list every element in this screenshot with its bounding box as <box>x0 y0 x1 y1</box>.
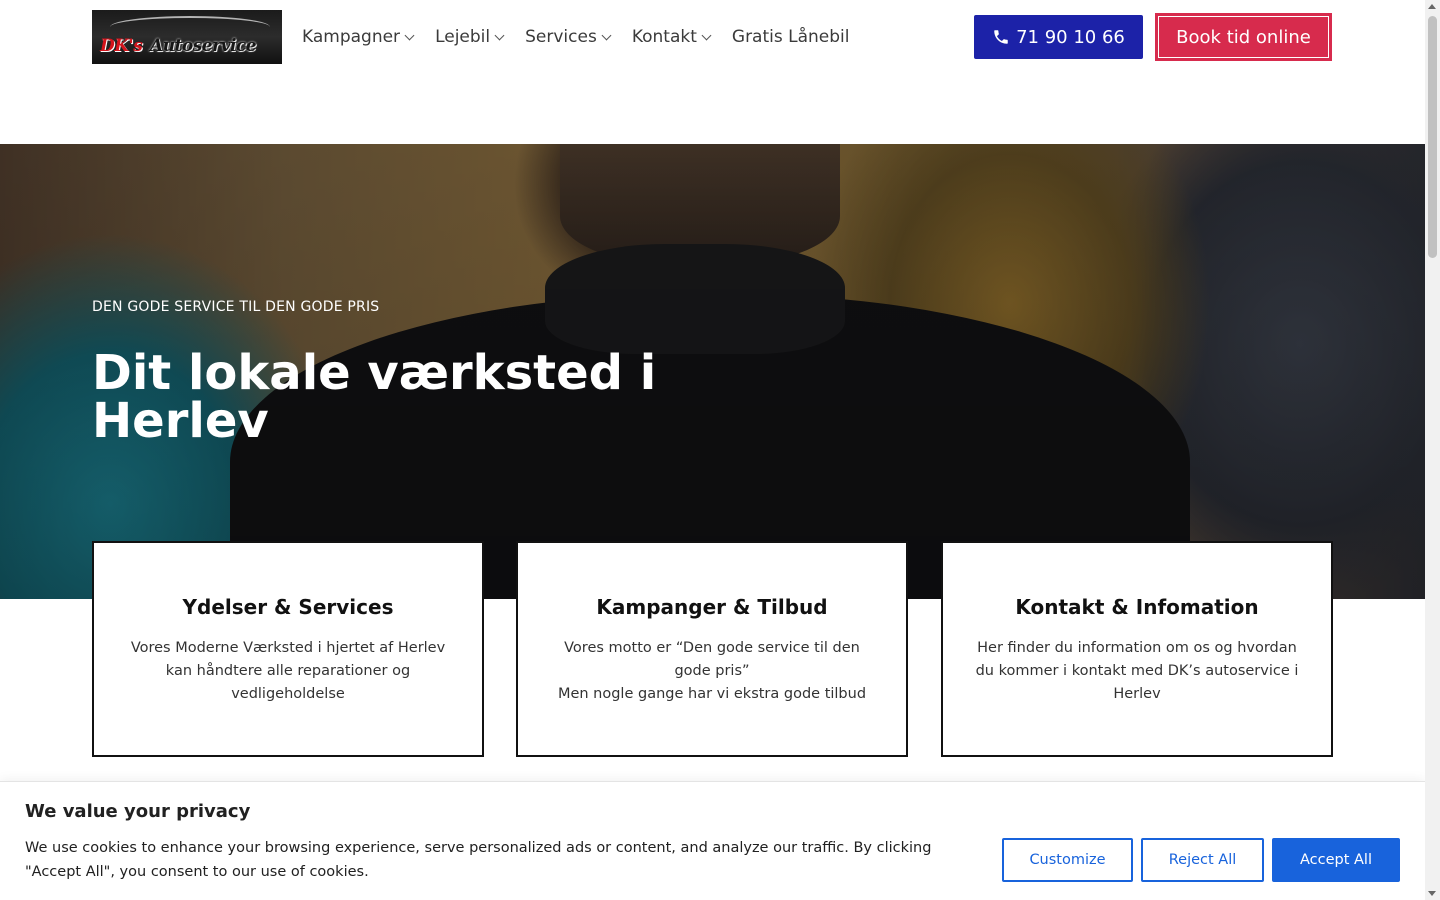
main-nav: Kampagner Lejebil Services Kontakt Grati… <box>302 22 871 52</box>
chevron-down-icon <box>601 30 612 40</box>
nav-item-label: Kontakt <box>631 27 697 47</box>
logo-autoservice-text: Autoservice <box>150 36 257 56</box>
hero-title: Dit lokale værksted i Herlev <box>92 345 657 449</box>
card-text: Her finder du information om os og hvord… <box>975 640 1299 702</box>
nav-item-label: Kampagner <box>302 27 401 47</box>
card-title: Kontakt & Infomation <box>1015 595 1259 619</box>
nav-item-gratis-lanebil[interactable]: Gratis Lånebil <box>732 27 850 47</box>
scroll-up-arrow-icon[interactable] <box>1428 4 1436 9</box>
site-header: DK's Autoservice Kampagner Lejebil Servi… <box>0 0 1425 144</box>
chevron-down-icon <box>494 30 505 40</box>
car-silhouette-icon <box>110 16 270 38</box>
nav-item-label: Lejebil <box>435 27 491 47</box>
page-scrollbar[interactable] <box>1425 0 1440 900</box>
nav-item-label: Gratis Lånebil <box>731 27 850 47</box>
chevron-down-icon <box>404 30 415 40</box>
scrollbar-thumb[interactable] <box>1428 16 1437 258</box>
accept-all-button[interactable]: Accept All <box>1272 838 1400 882</box>
nav-item-kontakt[interactable]: Kontakt <box>631 27 712 47</box>
card-services[interactable]: Ydelser & Services Vores Moderne Værkste… <box>92 541 484 757</box>
hero-eyebrow: DEN GODE SERVICE TIL DEN GODE PRIS <box>92 299 380 315</box>
card-title: Kampanger & Tilbud <box>596 595 828 619</box>
phone-button[interactable]: 71 90 10 66 <box>974 15 1143 59</box>
site-logo[interactable]: DK's Autoservice <box>92 10 282 64</box>
chevron-down-icon <box>701 30 712 40</box>
card-text: Vores Moderne Værksted i hjertet af Herl… <box>130 640 446 702</box>
nav-item-kampagner[interactable]: Kampagner <box>302 27 415 47</box>
nav-item-services[interactable]: Services <box>525 27 612 47</box>
customize-button[interactable]: Customize <box>1002 838 1133 882</box>
cookie-text: We use cookies to enhance your browsing … <box>25 840 932 880</box>
phone-button-label: 71 90 10 66 <box>1016 26 1125 48</box>
card-campaigns[interactable]: Kampanger & Tilbud Vores motto er “Den g… <box>516 541 908 757</box>
reject-all-button[interactable]: Reject All <box>1141 838 1264 882</box>
book-online-button[interactable]: Book tid online <box>1155 13 1332 61</box>
card-contact[interactable]: Kontakt & Infomation Her finder du infor… <box>941 541 1333 757</box>
nav-item-lejebil[interactable]: Lejebil <box>435 27 505 47</box>
cookie-banner: We value your privacy We use cookies to … <box>0 781 1425 900</box>
nav-item-label: Services <box>525 27 597 47</box>
cookie-title: We value your privacy <box>25 801 251 822</box>
hero-banner: DEN GODE SERVICE TIL DEN GODE PRIS Dit l… <box>0 144 1425 599</box>
card-title: Ydelser & Services <box>182 595 394 619</box>
scroll-down-arrow-icon[interactable] <box>1428 891 1436 896</box>
card-text: Vores motto er “Den gode service til den… <box>557 640 867 702</box>
logo-dk-text: DK's <box>100 36 143 56</box>
phone-icon <box>994 30 1008 44</box>
